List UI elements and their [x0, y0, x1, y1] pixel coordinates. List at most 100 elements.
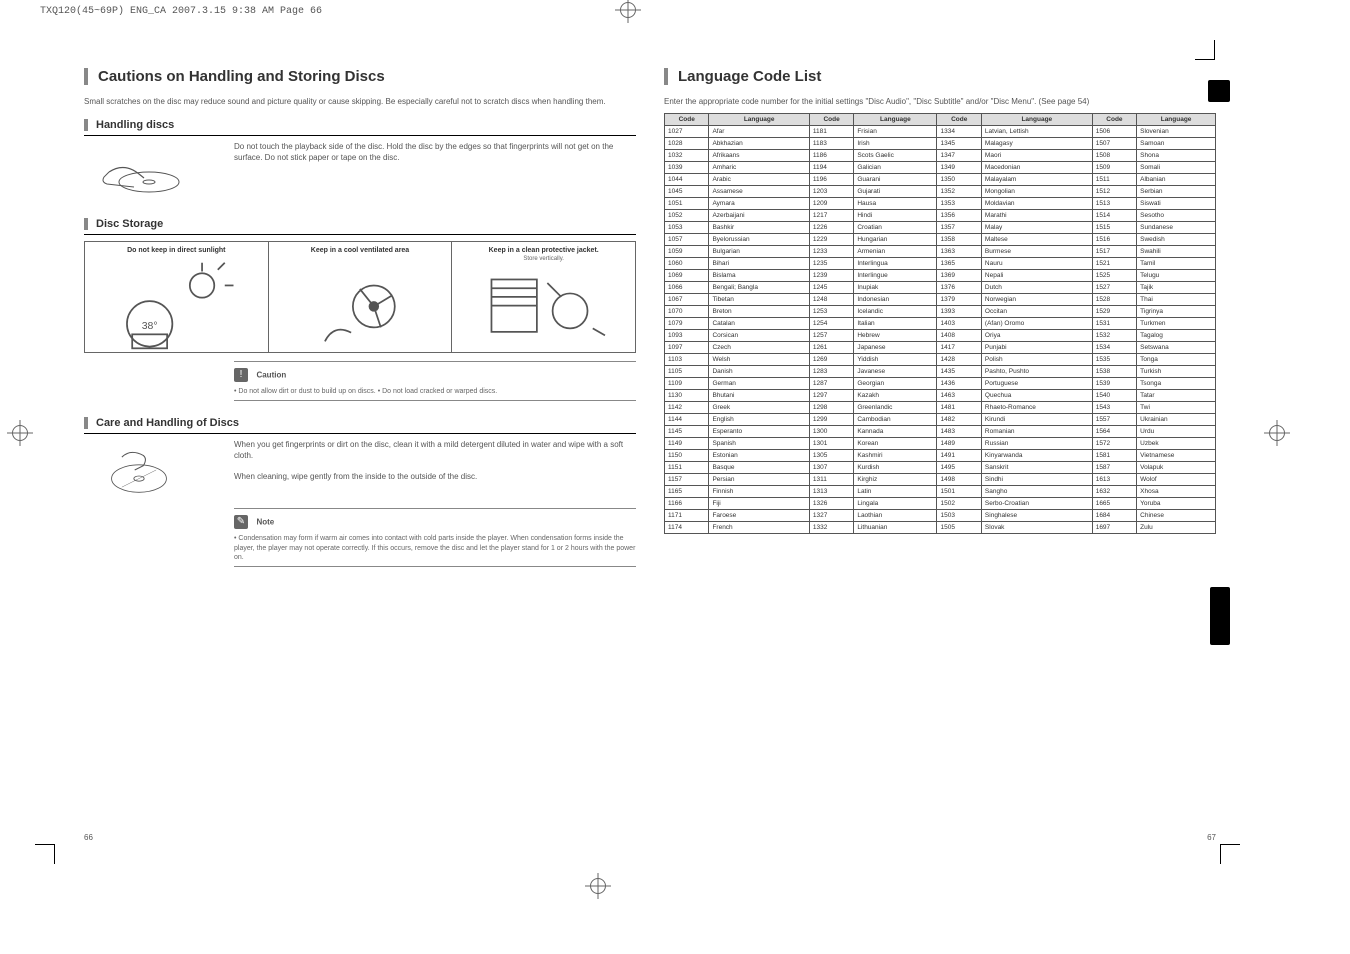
table-cell: Tigrinya — [1137, 306, 1216, 318]
table-cell: Nauru — [981, 258, 1092, 270]
table-row: 1165Finnish1313Latin1501Sangho1632Xhosa — [665, 486, 1216, 498]
table-cell: 1039 — [665, 162, 709, 174]
table-cell: 1350 — [937, 174, 981, 186]
table-cell: Kazakh — [854, 390, 937, 402]
table-cell: Somali — [1137, 162, 1216, 174]
svg-text:38°: 38° — [142, 321, 158, 332]
table-cell: 1226 — [809, 222, 853, 234]
table-cell: Serbian — [1137, 186, 1216, 198]
table-row: 1079Catalan1254Italian1403(Afan) Oromo15… — [665, 318, 1216, 330]
table-cell: 1527 — [1092, 282, 1136, 294]
table-cell: 1532 — [1092, 330, 1136, 342]
table-cell: Greenlandic — [854, 402, 937, 414]
table-cell: Zulu — [1137, 522, 1216, 534]
table-cell: Latin — [854, 486, 937, 498]
table-cell: 1300 — [809, 426, 853, 438]
table-cell: 1332 — [809, 522, 853, 534]
table-row: 1052Azerbaijani1217Hindi1356Marathi1514S… — [665, 210, 1216, 222]
table-cell: 1528 — [1092, 294, 1136, 306]
table-cell: 1463 — [937, 390, 981, 402]
crop-mark-icon — [1220, 844, 1240, 864]
table-cell: Hausa — [854, 198, 937, 210]
table-cell: 1511 — [1092, 174, 1136, 186]
sunlight-icon: 38° — [106, 254, 246, 364]
registration-mark-icon — [12, 425, 28, 441]
table-cell: French — [709, 522, 809, 534]
table-cell: Basque — [709, 462, 809, 474]
table-cell: German — [709, 378, 809, 390]
table-cell: 1261 — [809, 342, 853, 354]
table-cell: Romanian — [981, 426, 1092, 438]
table-cell: Byelorussian — [709, 234, 809, 246]
table-cell: 1435 — [937, 366, 981, 378]
table-cell: Scots Gaelic — [854, 150, 937, 162]
table-row: 1130Bhutani1297Kazakh1463Quechua1540Tata… — [665, 390, 1216, 402]
table-cell: Fiji — [709, 498, 809, 510]
table-cell: 1481 — [937, 402, 981, 414]
table-cell: 1165 — [665, 486, 709, 498]
table-row: 1149Spanish1301Korean1489Russian1572Uzbe… — [665, 438, 1216, 450]
diagram-label: Keep in a clean protective jacket. — [489, 247, 599, 254]
table-cell: Ukrainian — [1137, 414, 1216, 426]
table-row: 1105Danish1283Javanese1435Pashto, Pushto… — [665, 366, 1216, 378]
table-cell: Singhalese — [981, 510, 1092, 522]
table-cell: 1363 — [937, 246, 981, 258]
table-row: 1069Bislama1239Interlingue1369Nepali1525… — [665, 270, 1216, 282]
table-cell: 1495 — [937, 462, 981, 474]
table-cell: 1581 — [1092, 450, 1136, 462]
table-cell: Xhosa — [1137, 486, 1216, 498]
section-heading: Care and Handling of Discs — [84, 417, 636, 429]
table-cell: 1171 — [665, 510, 709, 522]
table-cell: 1051 — [665, 198, 709, 210]
table-cell: Korean — [854, 438, 937, 450]
table-cell: Polish — [981, 354, 1092, 366]
page-number: 67 — [1207, 833, 1216, 842]
table-cell: Kannada — [854, 426, 937, 438]
jacket-icon — [474, 262, 614, 354]
table-cell: 1505 — [937, 522, 981, 534]
table-cell: 1174 — [665, 522, 709, 534]
section-heading: Disc Storage — [84, 218, 636, 230]
table-cell: Latvian, Lettish — [981, 126, 1092, 138]
table-cell: Interlingue — [854, 270, 937, 282]
diagram-label: Keep in a cool ventilated area — [311, 247, 409, 254]
table-cell: 1194 — [809, 162, 853, 174]
table-cell: 1166 — [665, 498, 709, 510]
table-cell: 1540 — [1092, 390, 1136, 402]
table-cell: 1379 — [937, 294, 981, 306]
table-cell: 1079 — [665, 318, 709, 330]
table-cell: 1345 — [937, 138, 981, 150]
table-cell: Finnish — [709, 486, 809, 498]
table-cell: 1512 — [1092, 186, 1136, 198]
table-cell: Oriya — [981, 330, 1092, 342]
table-row: 1157Persian1311Kirghiz1498Sindhi1613Wolo… — [665, 474, 1216, 486]
tab-marker — [1210, 587, 1230, 645]
table-cell: 1357 — [937, 222, 981, 234]
table-cell: 1145 — [665, 426, 709, 438]
table-cell: Corsican — [709, 330, 809, 342]
table-header: Code — [665, 114, 709, 126]
table-cell: Bislama — [709, 270, 809, 282]
caution-block: ! Caution • Do not allow dirt or dust to… — [234, 361, 636, 401]
table-cell: Sundanese — [1137, 222, 1216, 234]
table-cell: 1150 — [665, 450, 709, 462]
table-cell: Icelandic — [854, 306, 937, 318]
language-code-table: CodeLanguageCodeLanguageCodeLanguageCode… — [664, 113, 1216, 534]
table-row: 1032Afrikaans1186Scots Gaelic1347Maori15… — [665, 150, 1216, 162]
table-cell: Sesotho — [1137, 210, 1216, 222]
table-cell: 1358 — [937, 234, 981, 246]
note-body: • Condensation may form if warm air come… — [234, 534, 636, 561]
table-cell: 1352 — [937, 186, 981, 198]
table-cell: 1514 — [1092, 210, 1136, 222]
table-cell: Uzbek — [1137, 438, 1216, 450]
table-cell: Quechua — [981, 390, 1092, 402]
table-row: 1053Bashkir1226Croatian1357Malay1515Sund… — [665, 222, 1216, 234]
table-row: 1070Breton1253Icelandic1393Occitan1529Ti… — [665, 306, 1216, 318]
table-cell: Galician — [854, 162, 937, 174]
table-cell: Punjabi — [981, 342, 1092, 354]
table-cell: 1253 — [809, 306, 853, 318]
table-row: 1142Greek1298Greenlandic1481Rhaeto-Roman… — [665, 402, 1216, 414]
table-header: Language — [981, 114, 1092, 126]
table-cell: Thai — [1137, 294, 1216, 306]
table-cell: 1376 — [937, 282, 981, 294]
